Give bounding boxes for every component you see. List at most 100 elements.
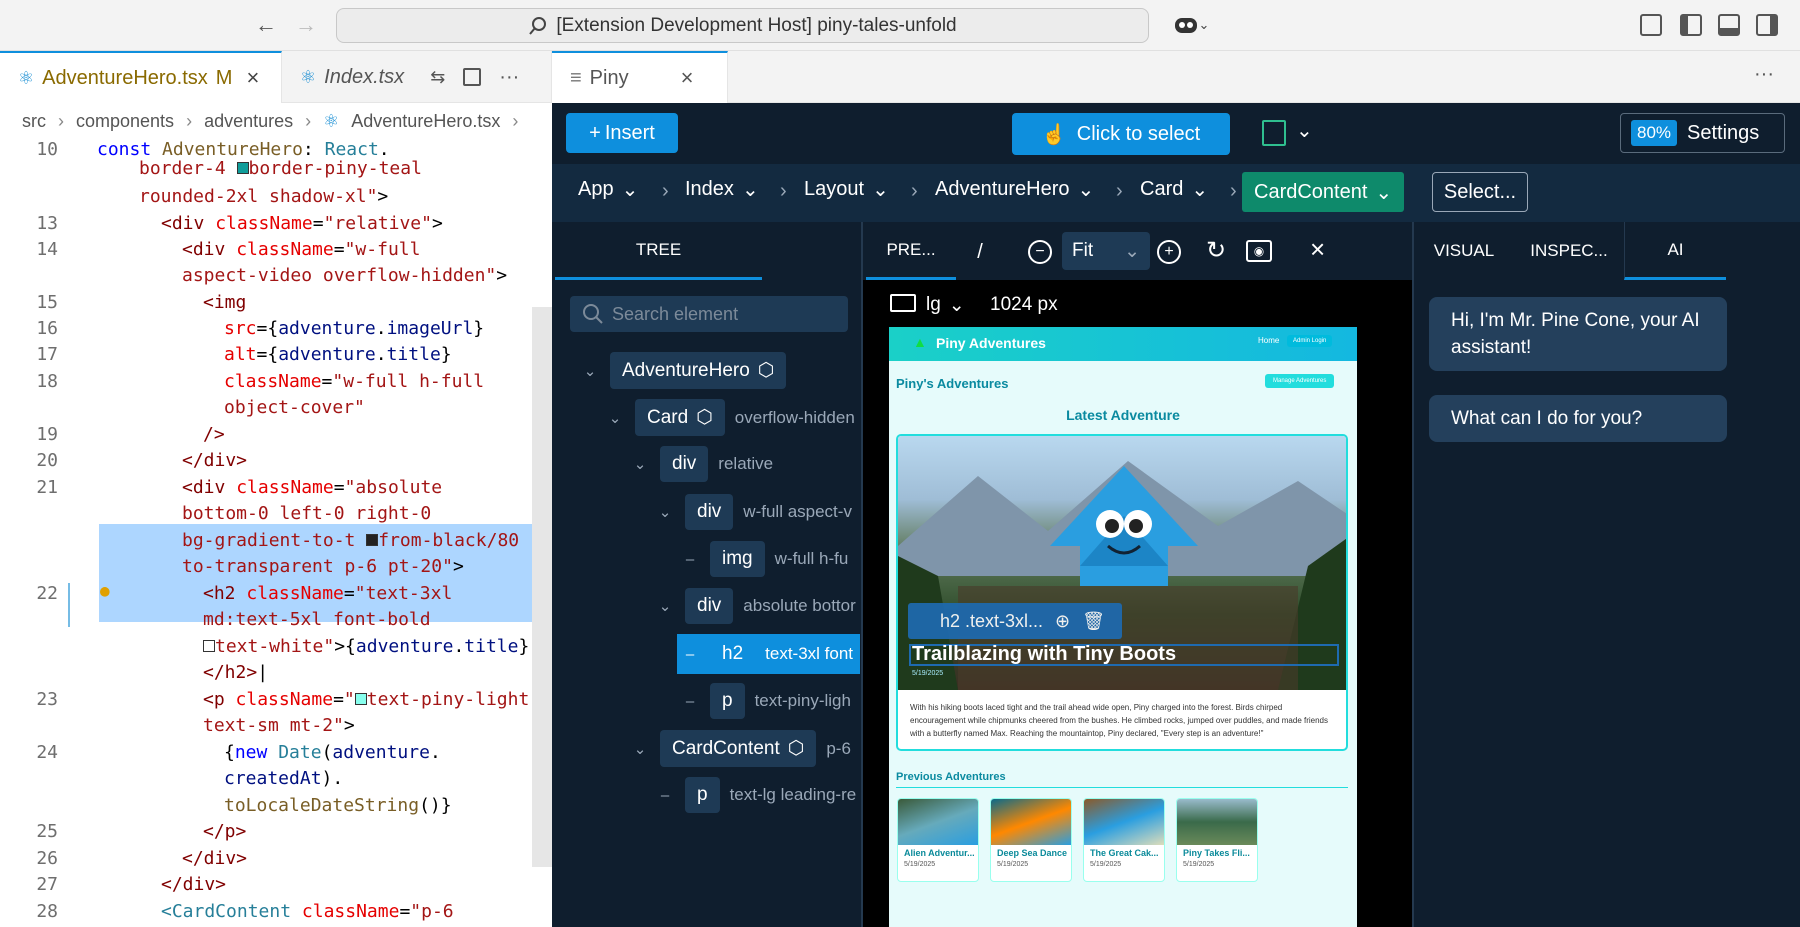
chevron-down-icon: ⌄	[741, 178, 759, 201]
line-number: 17	[36, 344, 58, 365]
trash-icon[interactable]: 🗑	[1082, 611, 1105, 632]
breadcrumb-item[interactable]: src	[22, 111, 46, 132]
command-center[interactable]: [Extension Development Host] piny-tales-…	[336, 8, 1149, 43]
breadcrumb-item[interactable]: AdventureHero.tsx	[351, 111, 500, 132]
breadcrumb-item[interactable]: adventures	[204, 111, 293, 132]
laptop-icon	[890, 294, 916, 312]
click-to-select-button[interactable]: ☝ Click to select	[1012, 113, 1230, 155]
code-editor[interactable]: 10 const AdventureHero: React. border-4 …	[0, 139, 552, 927]
hero-title[interactable]: Trailblazing with Tiny Boots	[912, 643, 1176, 666]
component-icon: ⬡	[757, 360, 775, 381]
code-line: toLocaleDateString()}	[224, 795, 452, 816]
forward-arrow-icon[interactable]: →	[292, 12, 320, 38]
split-editor-icon[interactable]	[463, 68, 482, 86]
scrollbar[interactable]	[532, 307, 552, 867]
crumb-adventurehero[interactable]: AdventureHero ⌄	[935, 164, 1094, 214]
line-number: 13	[36, 213, 58, 234]
tree-node[interactable]: ⌄ Card ⬡ overflow-hidden	[605, 399, 855, 436]
tab-label: VISUAL	[1433, 241, 1495, 260]
tab-inspector[interactable]: INSPEC...	[1514, 222, 1624, 280]
preview-eye-icon[interactable]: ◉	[1246, 240, 1272, 262]
tree-node[interactable]: ⌄ AdventureHero ⬡	[580, 352, 787, 389]
tab-index[interactable]: ⚛ Index.tsx ⇆ ···	[282, 51, 552, 103]
modified-badge: M	[215, 66, 233, 89]
open-changes-icon[interactable]: ⇆	[430, 67, 445, 88]
zoom-out-icon[interactable]: −	[1028, 240, 1052, 264]
line-number: 10	[36, 139, 58, 160]
search-element-input[interactable]: Search element	[570, 296, 848, 332]
fit-select[interactable]: Fit ⌄	[1062, 232, 1150, 270]
device-label: lg	[926, 294, 941, 315]
tab-visual[interactable]: VISUAL	[1414, 222, 1514, 280]
line-number: 24	[36, 742, 58, 763]
line-number: 20	[36, 450, 58, 471]
crumb-separator: ›	[1116, 180, 1123, 202]
nav-admin-login[interactable]: Admin Login	[1287, 335, 1333, 347]
crumb-cardcontent[interactable]: CardContent ⌄	[1242, 172, 1405, 212]
breadcrumb-item[interactable]: components	[76, 111, 174, 132]
tree-node[interactable]: ⌄ div relative	[630, 446, 773, 482]
device-select[interactable]: lg ⌄	[926, 294, 965, 317]
tab-ai[interactable]: AI	[1624, 222, 1726, 280]
adventure-thumb[interactable]: Deep Sea Dance 5/19/2025	[990, 798, 1072, 882]
settings-label: Settings	[1687, 121, 1760, 144]
tab-adventurehero[interactable]: ⚛ AdventureHero.tsx M ×	[0, 51, 282, 103]
crumb-layout[interactable]: Layout ⌄	[804, 164, 889, 214]
toggle-primary-sidebar-icon[interactable]	[1680, 14, 1702, 36]
nav-home[interactable]: Home	[1258, 336, 1279, 345]
adventure-thumb[interactable]: Piny Takes Fli... 5/19/2025	[1176, 798, 1258, 882]
customize-layout-icon[interactable]	[1640, 14, 1662, 36]
more-actions-icon[interactable]: ···	[499, 66, 519, 89]
close-icon[interactable]: ×	[681, 65, 694, 91]
close-icon[interactable]: ×	[1310, 234, 1325, 265]
refresh-icon[interactable]: ↻	[1206, 236, 1226, 265]
chevron-down-icon[interactable]: ⌄	[1296, 118, 1313, 143]
tree-node[interactable]: – p text-lg leading-re	[655, 777, 856, 813]
code-line: </p>	[203, 821, 247, 842]
code-line: </div>	[161, 874, 227, 895]
manage-adventures-button[interactable]: Manage Adventures	[1265, 374, 1335, 388]
tree-node[interactable]: ⌄ div w-full aspect-v	[655, 494, 852, 530]
toggle-secondary-sidebar-icon[interactable]	[1756, 14, 1778, 36]
tree-node[interactable]: – img w-full h-fu	[680, 541, 848, 577]
chevron-down-icon: ⌄	[1375, 181, 1393, 204]
crumb-app[interactable]: App ⌄	[578, 164, 638, 214]
lightbulb-icon[interactable]: ●	[100, 581, 110, 600]
line-number: 16	[36, 318, 58, 339]
site-title: Piny Adventures	[936, 335, 1046, 351]
chevron-down-icon: ⌄	[621, 178, 639, 201]
layout-icon[interactable]	[1262, 120, 1286, 146]
tree-node[interactable]: – h2 text-3xl font	[680, 636, 853, 672]
crumb-index[interactable]: Index ⌄	[685, 164, 759, 214]
tab-piny[interactable]: ≡ Piny ×	[552, 51, 728, 103]
tab-preview[interactable]: PRE...	[866, 222, 956, 280]
add-element-icon[interactable]: ⊕	[1055, 611, 1070, 632]
previous-heading: Previous Adventures	[896, 771, 1006, 783]
adventure-thumb[interactable]: The Great Cak... 5/19/2025	[1083, 798, 1165, 882]
settings-button[interactable]: 80% Settings	[1620, 113, 1785, 153]
crumb-separator: ›	[662, 180, 669, 202]
tab-label: AI	[1667, 239, 1684, 259]
element-overlay-toolbar[interactable]: h2 .text-3xl... ⊕ 🗑	[908, 603, 1122, 639]
tree-node[interactable]: – p text-piny-ligh	[680, 683, 851, 719]
back-arrow-icon[interactable]: ←	[252, 12, 280, 38]
zoom-in-icon[interactable]: +	[1157, 240, 1181, 264]
code-line: text-sm mt-2">	[203, 715, 355, 736]
copilot-icon[interactable]: ⌄	[1166, 12, 1216, 38]
line-number: 14	[36, 239, 58, 260]
tab-label: Piny	[589, 66, 629, 89]
close-icon[interactable]: ×	[246, 65, 259, 91]
code-line: {new Date(adventure.	[224, 742, 441, 763]
tree-node[interactable]: ⌄ CardContent ⬡ p-6	[630, 730, 851, 767]
select-button[interactable]: Select...	[1432, 172, 1528, 212]
crumb-separator: ›	[1230, 180, 1237, 202]
insert-button[interactable]: + Insert	[566, 113, 678, 153]
tab-tree[interactable]: TREE	[555, 222, 762, 280]
crumb-card[interactable]: Card ⌄	[1140, 164, 1208, 214]
tree-node[interactable]: ⌄ div absolute bottor	[655, 588, 856, 624]
click-select-label: Click to select	[1076, 122, 1201, 145]
more-actions-icon[interactable]: ···	[1754, 63, 1774, 86]
adventure-thumb[interactable]: Alien Adventur... 5/19/2025	[897, 798, 979, 882]
toggle-panel-icon[interactable]	[1718, 14, 1740, 36]
react-icon: ⚛	[18, 67, 35, 88]
